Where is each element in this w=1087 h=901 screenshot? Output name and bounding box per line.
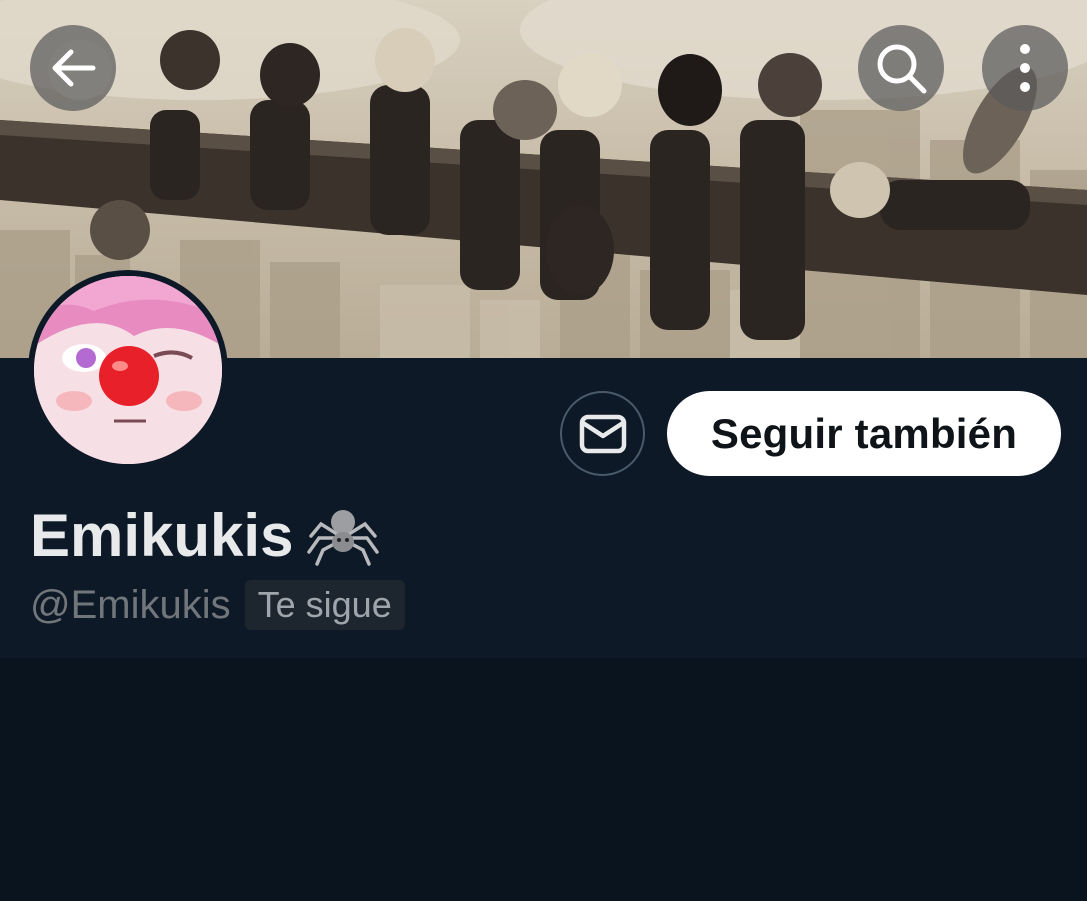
- arrow-left-icon: [52, 49, 96, 87]
- message-button[interactable]: [560, 391, 645, 476]
- more-vertical-icon: [1020, 44, 1030, 92]
- search-icon: [877, 44, 927, 94]
- handle-row: @Emikukis Te sigue: [30, 580, 405, 630]
- user-handle: @Emikukis: [30, 582, 231, 627]
- display-name: Emikukis: [30, 501, 294, 569]
- avatar-image: [34, 276, 222, 464]
- spider-emoji-icon: [307, 502, 380, 568]
- avatar[interactable]: [28, 270, 228, 470]
- search-button[interactable]: [858, 25, 944, 111]
- back-button[interactable]: [30, 25, 116, 111]
- more-options-button[interactable]: [982, 25, 1068, 111]
- follows-you-badge: Te sigue: [244, 580, 405, 630]
- profile-screen: Seguir también Emikukis @Emikukis Te sig…: [0, 0, 1087, 901]
- follow-back-button[interactable]: Seguir también: [667, 391, 1061, 476]
- name-row: Emikukis: [30, 500, 380, 570]
- profile-content-area: [0, 658, 1087, 901]
- mail-icon: [579, 414, 626, 453]
